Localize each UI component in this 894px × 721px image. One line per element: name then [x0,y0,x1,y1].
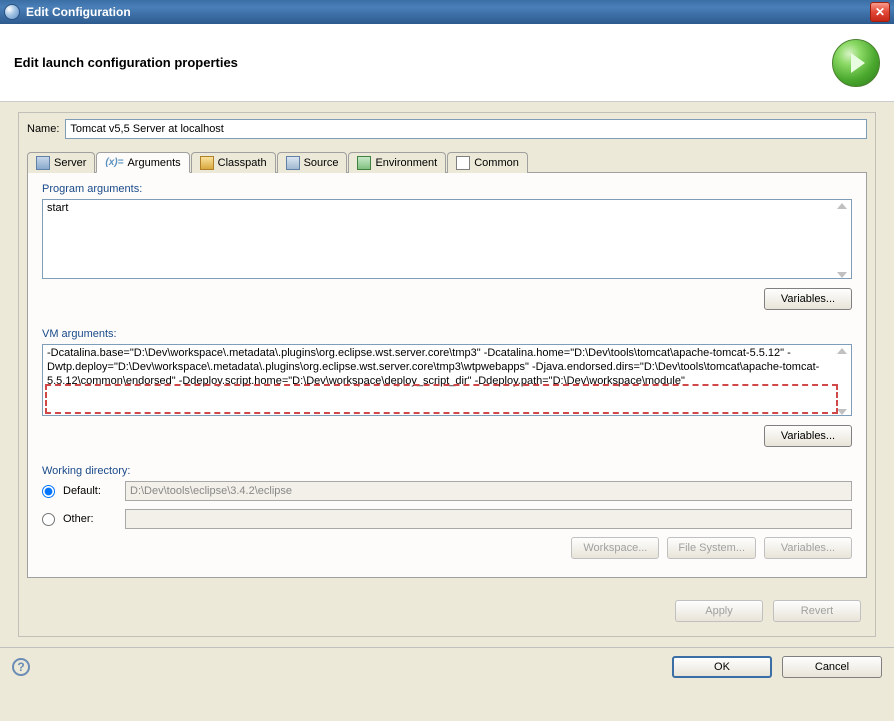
wd-default-radio[interactable] [42,485,55,498]
help-icon[interactable]: ? [12,658,30,676]
tab-source[interactable]: Source [277,152,348,173]
tab-arguments[interactable]: (x)= Arguments [96,152,189,173]
tab-panel-arguments: Program arguments: Variables... VM argum… [27,173,867,578]
program-args-label: Program arguments: [42,183,852,195]
scroll-indicator [837,348,848,415]
window-title: Edit Configuration [26,5,870,19]
tab-environment[interactable]: Environment [348,152,446,173]
titlebar: Edit Configuration ✕ [0,0,894,24]
working-dir-label: Working directory: [42,465,852,477]
close-button[interactable]: ✕ [870,2,890,22]
wd-other-input [125,509,852,529]
wd-default-label: Default: [63,485,117,497]
name-input[interactable] [65,119,867,139]
name-label: Name: [27,123,59,135]
wd-other-label: Other: [63,513,117,525]
dialog-header: Edit launch configuration properties [0,24,894,102]
vm-args-textarea[interactable] [42,344,852,416]
tab-common[interactable]: Common [447,152,528,173]
common-icon [456,156,470,170]
header-title: Edit launch configuration properties [14,55,832,70]
tab-bar: Server (x)= Arguments Classpath Source E… [27,151,867,173]
server-icon [36,156,50,170]
program-variables-button[interactable]: Variables... [764,288,852,310]
eclipse-icon [4,4,20,20]
vm-variables-button[interactable]: Variables... [764,425,852,447]
wd-default-input [125,481,852,501]
program-args-textarea[interactable] [42,199,852,279]
filesystem-button: File System... [667,537,756,559]
workspace-button: Workspace... [571,537,659,559]
dialog-button-bar: ? OK Cancel [0,647,894,686]
run-icon [832,39,880,87]
apply-button: Apply [675,600,763,622]
wd-other-radio[interactable] [42,513,55,526]
cancel-button[interactable]: Cancel [782,656,882,678]
source-icon [286,156,300,170]
tab-server[interactable]: Server [27,152,95,173]
environment-icon [357,156,371,170]
classpath-icon [200,156,214,170]
wd-variables-button: Variables... [764,537,852,559]
scroll-indicator [837,203,848,278]
revert-button: Revert [773,600,861,622]
tab-classpath[interactable]: Classpath [191,152,276,173]
ok-button[interactable]: OK [672,656,772,678]
vm-args-label: VM arguments: [42,328,852,340]
arguments-icon: (x)= [105,157,123,168]
